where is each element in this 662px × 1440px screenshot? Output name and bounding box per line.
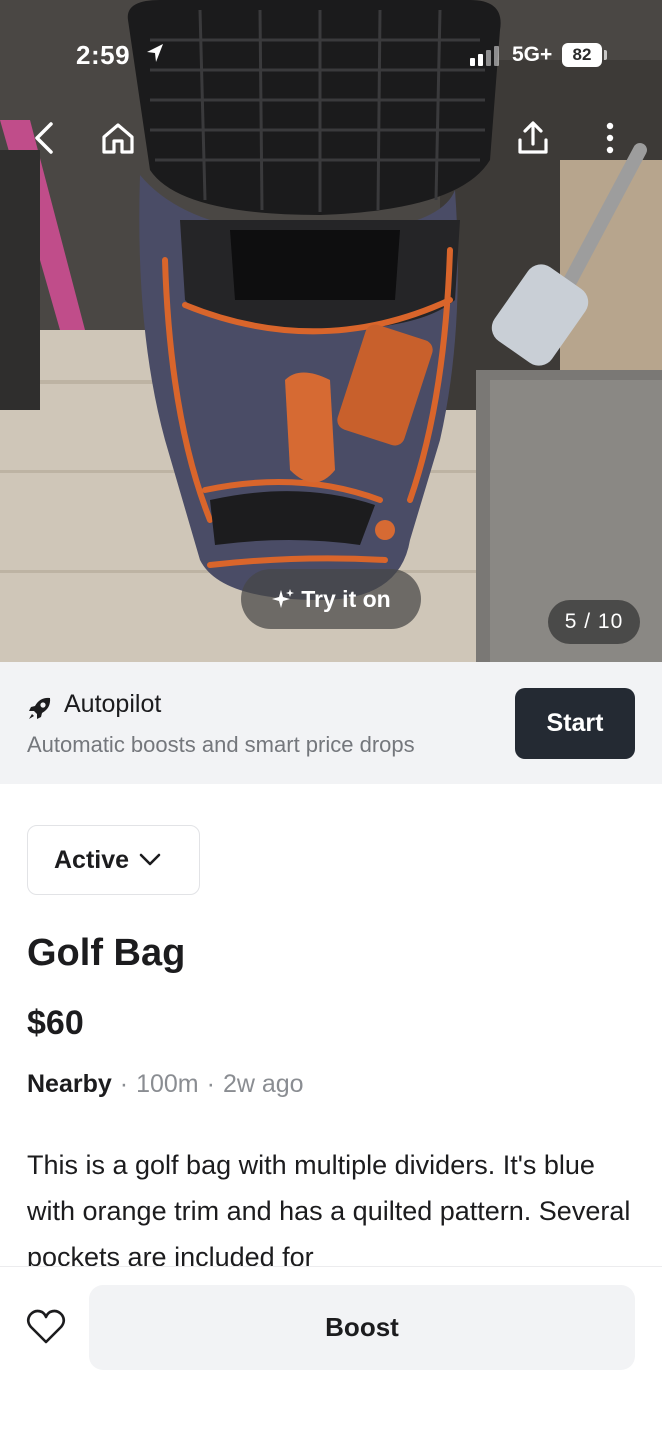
photo-counter: 5 / 10 bbox=[548, 600, 640, 644]
battery-tip bbox=[604, 50, 607, 60]
listing-description: This is a golf bag with multiple divider… bbox=[27, 1150, 631, 1266]
rocket-icon bbox=[29, 697, 51, 719]
chevron-down-icon bbox=[139, 853, 161, 866]
back-button[interactable] bbox=[16, 110, 72, 166]
more-vertical-icon bbox=[606, 122, 614, 154]
share-icon bbox=[518, 121, 548, 154]
boost-button[interactable]: Boost bbox=[89, 1285, 635, 1370]
listing-distance: 100m bbox=[136, 1070, 199, 1098]
sparkle-icon bbox=[272, 589, 295, 608]
chevron-left-icon bbox=[35, 122, 53, 154]
signal-icon bbox=[470, 46, 499, 66]
network-type: 5G+ bbox=[512, 43, 553, 66]
status-bar: 2:59 5G+ 82 bbox=[0, 0, 662, 110]
status-time: 2:59 bbox=[76, 40, 131, 70]
home-button[interactable] bbox=[90, 110, 146, 166]
try-it-on-button[interactable]: Try it on bbox=[241, 569, 421, 629]
location-arrow-icon bbox=[147, 44, 163, 62]
listing-title: Golf Bag bbox=[27, 932, 186, 974]
listing-photo[interactable]: 2:59 5G+ 82 Try it on 5 / 10 bbox=[0, 0, 662, 662]
heart-icon bbox=[26, 1309, 66, 1344]
autopilot-start-button[interactable]: Start bbox=[515, 688, 635, 759]
meta-separator: · bbox=[119, 1070, 129, 1098]
listing-meta: Nearby · 100m · 2w ago bbox=[27, 1070, 304, 1099]
share-button[interactable] bbox=[505, 110, 561, 166]
more-options-button[interactable] bbox=[582, 110, 638, 166]
home-icon bbox=[102, 123, 134, 154]
listing-price: $60 bbox=[27, 1004, 84, 1042]
listing-location: Nearby bbox=[27, 1070, 112, 1098]
autopilot-subtitle: Automatic boosts and smart price drops bbox=[27, 732, 415, 757]
try-it-on-label: Try it on bbox=[301, 585, 391, 612]
listing-posted-time: 2w ago bbox=[222, 1070, 304, 1098]
listing-status-value: Active bbox=[54, 845, 130, 874]
listing-status-dropdown[interactable]: Active bbox=[27, 825, 200, 895]
meta-separator: · bbox=[206, 1070, 215, 1098]
battery-icon: 82 bbox=[562, 43, 602, 67]
autopilot-title: Autopilot bbox=[64, 690, 162, 718]
favorite-button[interactable] bbox=[24, 1305, 68, 1349]
